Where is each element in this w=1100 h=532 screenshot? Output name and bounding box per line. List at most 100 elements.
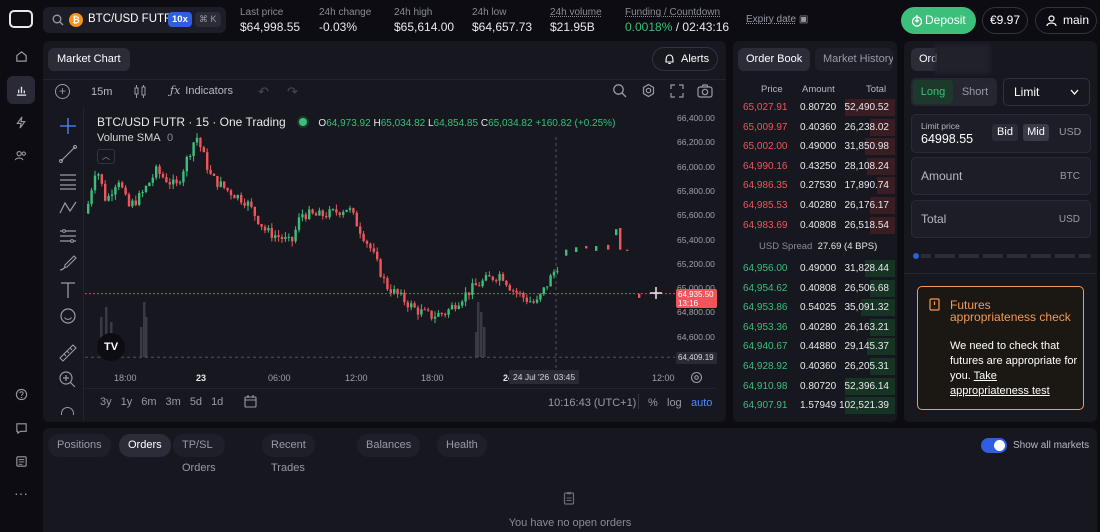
order-book-row[interactable]: 64,985.53 0.40280 26,176.17 bbox=[733, 196, 895, 216]
trendline-tool-icon[interactable] bbox=[57, 144, 79, 164]
balance-button[interactable]: €9.97 bbox=[982, 7, 1028, 34]
settings-icon[interactable] bbox=[641, 83, 656, 98]
bid-button[interactable]: Bid bbox=[992, 124, 1018, 141]
stat-24h-volume[interactable]: 24h volume $21.95B bbox=[550, 6, 602, 34]
more-icon[interactable]: ··· bbox=[10, 482, 32, 504]
order-book-row[interactable]: 64,954.62 0.40808 26,506.68 bbox=[733, 279, 895, 299]
limit-price-field[interactable]: Limit price 64998.55 Bid Mid USD bbox=[911, 114, 1091, 153]
order-type-select[interactable]: Limit bbox=[1003, 78, 1090, 106]
candle-body bbox=[484, 275, 488, 281]
home-icon[interactable] bbox=[10, 45, 32, 67]
zoom-search-icon[interactable] bbox=[612, 83, 627, 98]
order-book-row[interactable]: 64,910.98 0.80720 52,396.14 bbox=[733, 377, 895, 397]
chat-icon[interactable] bbox=[10, 417, 32, 439]
order-book-row[interactable]: 64,983.69 0.40808 26,518.54 bbox=[733, 216, 895, 236]
camera-icon[interactable] bbox=[697, 84, 713, 98]
news-icon[interactable] bbox=[10, 450, 32, 472]
bottom-tab-positions[interactable]: Positions bbox=[48, 434, 111, 457]
size-slider[interactable] bbox=[911, 251, 1091, 261]
order-amount: 0.43250 bbox=[800, 160, 837, 172]
percent-scale-toggle[interactable]: % bbox=[648, 397, 658, 409]
brush-tool-icon[interactable] bbox=[57, 253, 79, 273]
order-book-row[interactable]: 64,956.00 0.49000 31,828.44 bbox=[733, 259, 895, 279]
magnet-tool-icon[interactable] bbox=[61, 407, 74, 415]
logo-icon[interactable] bbox=[9, 10, 33, 28]
order-book-row[interactable]: 64,907.91 1.57949 102,521.39 bbox=[733, 396, 895, 416]
stat-funding[interactable]: Funding / Countdown 0.0018% / 02:43:16 bbox=[625, 6, 729, 34]
reset-axis-icon[interactable] bbox=[690, 371, 703, 384]
order-total: 52,490.52 bbox=[844, 102, 890, 113]
order-book-row[interactable]: 65,009.97 0.40360 26,238.02 bbox=[733, 118, 895, 138]
tab-order-book[interactable]: Order Book bbox=[738, 48, 811, 71]
alerts-button[interactable]: Alerts bbox=[652, 47, 718, 71]
emoji-tool-icon[interactable] bbox=[57, 306, 79, 326]
limit-price-input[interactable]: 64998.55 bbox=[921, 132, 973, 146]
order-book-row[interactable]: 65,002.00 0.49000 31,850.98 bbox=[733, 137, 895, 157]
mid-button[interactable]: Mid bbox=[1023, 124, 1049, 141]
x-tick-label: 12:00 bbox=[345, 373, 368, 383]
ruler-tool-icon[interactable] bbox=[57, 342, 79, 362]
zoom-in-tool-icon[interactable] bbox=[57, 369, 79, 389]
short-button[interactable]: Short bbox=[955, 80, 995, 104]
candle-body bbox=[141, 192, 144, 194]
bitcoin-icon: ₿ bbox=[69, 13, 83, 27]
help-icon[interactable] bbox=[10, 383, 32, 405]
range-6m[interactable]: 6m bbox=[141, 396, 156, 408]
slider-thumb[interactable] bbox=[911, 251, 921, 261]
range-1y[interactable]: 1y bbox=[121, 396, 133, 408]
users-icon[interactable] bbox=[10, 144, 32, 166]
text-tool-icon[interactable] bbox=[57, 280, 79, 300]
indicators-button[interactable]: ƒx Indicators bbox=[170, 84, 233, 97]
bottom-tab-orders[interactable]: Orders bbox=[119, 434, 171, 457]
candle-body bbox=[474, 283, 477, 286]
long-button[interactable]: Long bbox=[913, 80, 953, 104]
account-button[interactable]: main bbox=[1035, 7, 1097, 34]
order-book-row[interactable]: 64,990.16 0.43250 28,108.24 bbox=[733, 157, 895, 177]
range-3y[interactable]: 3y bbox=[100, 396, 112, 408]
date-range-icon[interactable] bbox=[243, 394, 258, 409]
candle-body bbox=[365, 241, 369, 244]
fullscreen-icon[interactable] bbox=[670, 84, 684, 98]
log-scale-toggle[interactable]: log bbox=[667, 397, 682, 409]
amount-field[interactable]: Amount BTC bbox=[911, 157, 1091, 195]
lightning-icon[interactable] bbox=[10, 111, 32, 133]
order-book-row[interactable]: 64,953.86 0.54025 35,091.32 bbox=[733, 298, 895, 318]
candle-type-icon[interactable] bbox=[133, 84, 147, 99]
trade-chart-icon[interactable] bbox=[7, 76, 35, 104]
bottom-tab-balances[interactable]: Balances bbox=[357, 434, 421, 457]
bottom-tab-recent-trades[interactable]: Recent Trades bbox=[262, 434, 315, 474]
auto-scale-toggle[interactable]: auto bbox=[691, 397, 712, 409]
order-book-row[interactable]: 64,940.67 0.44880 29,145.37 bbox=[733, 337, 895, 357]
candle-body bbox=[488, 275, 491, 277]
fib-tool-icon[interactable] bbox=[57, 171, 79, 191]
y-tick-label: 65,200.00 bbox=[677, 258, 715, 269]
order-amount: 0.40280 bbox=[800, 321, 837, 333]
undo-icon[interactable]: ↶ bbox=[258, 84, 269, 100]
crosshair-tool-icon[interactable] bbox=[57, 116, 79, 136]
order-book-row[interactable]: 64,986.35 0.27530 17,890.74 bbox=[733, 176, 895, 196]
total-field[interactable]: Total USD bbox=[911, 200, 1091, 238]
range-5d[interactable]: 5d bbox=[190, 396, 202, 408]
range-3m[interactable]: 3m bbox=[166, 396, 181, 408]
tab-market-history[interactable]: Market History bbox=[815, 48, 893, 71]
order-book-row[interactable]: 65,027.91 0.80720 52,490.52 bbox=[733, 98, 895, 118]
range-1d[interactable]: 1d bbox=[211, 396, 223, 408]
price-chart[interactable] bbox=[85, 107, 675, 370]
bottom-tab-health[interactable]: Health bbox=[437, 434, 487, 457]
add-symbol-icon[interactable]: + bbox=[55, 84, 70, 99]
projection-tool-icon[interactable] bbox=[57, 226, 79, 246]
tab-market-chart[interactable]: Market Chart bbox=[48, 48, 130, 71]
interval-selector[interactable]: 15m bbox=[91, 86, 112, 98]
pair-selector[interactable]: ₿ BTC/USD FUTR 10x ⌘ K bbox=[43, 7, 226, 33]
redo-icon[interactable]: ↷ bbox=[287, 84, 298, 100]
order-book-row[interactable]: 64,953.36 0.40280 26,163.21 bbox=[733, 318, 895, 338]
chart-clock[interactable]: 10:16:43 (UTC+1) bbox=[548, 397, 636, 409]
order-book-row[interactable]: 64,928.92 0.40360 26,205.31 bbox=[733, 357, 895, 377]
deposit-button[interactable]: Deposit bbox=[901, 7, 976, 34]
expiry-date[interactable]: Expiry date ▣ bbox=[746, 14, 808, 25]
candle-body bbox=[274, 235, 277, 238]
pattern-tool-icon[interactable] bbox=[57, 198, 79, 218]
candle-body bbox=[240, 195, 243, 203]
bottom-tab-tp-sl-orders[interactable]: TP/SL Orders bbox=[173, 434, 225, 474]
show-all-markets-toggle[interactable] bbox=[981, 438, 1007, 453]
